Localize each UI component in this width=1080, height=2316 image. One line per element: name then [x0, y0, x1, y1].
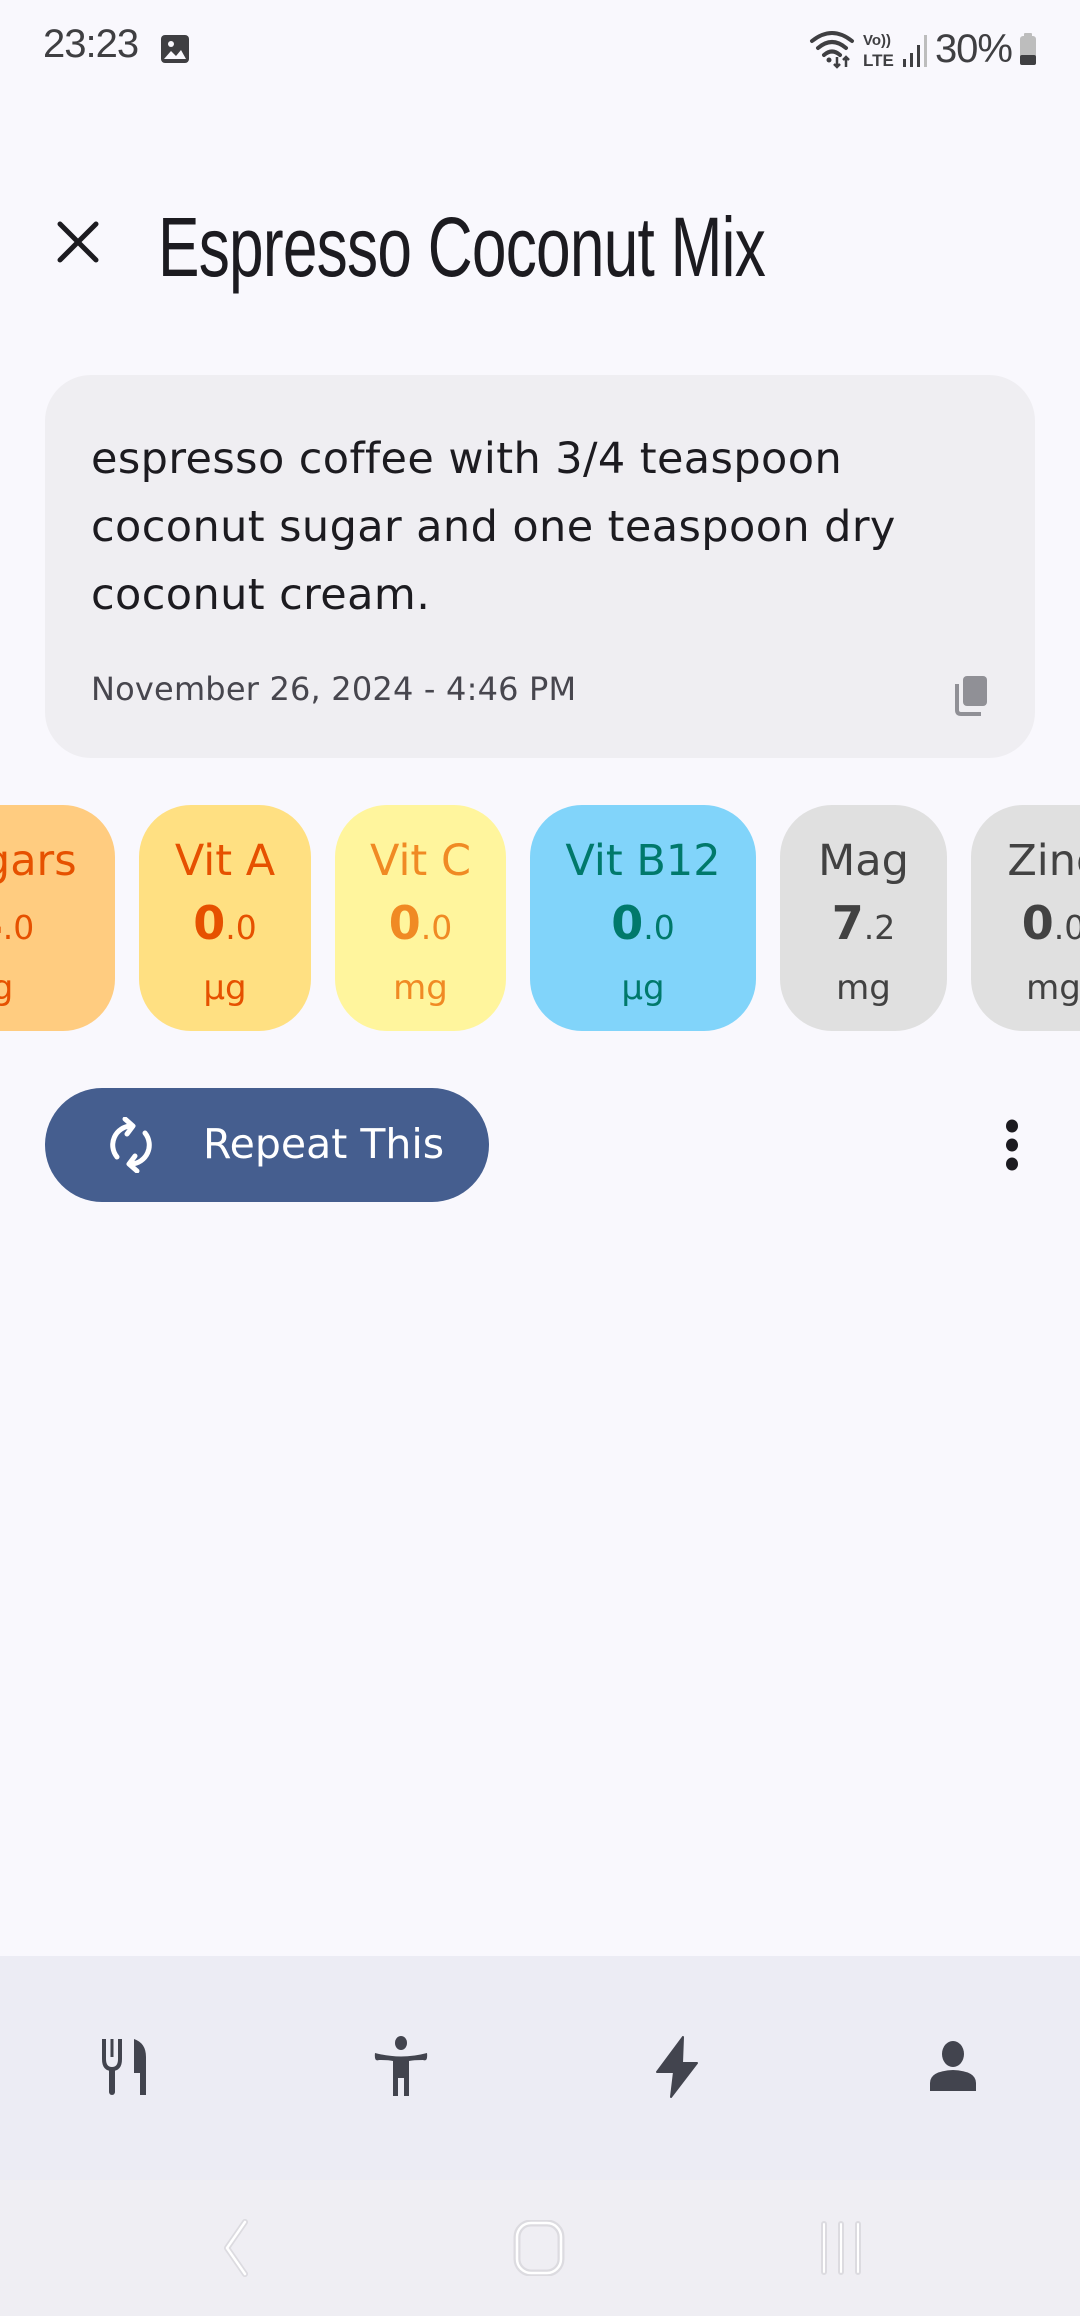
- svg-text:Vo)): Vo)): [863, 32, 891, 49]
- page-title: Espresso Coconut Mix: [158, 200, 766, 294]
- battery-percent: 30%: [934, 26, 1013, 71]
- meal-timestamp: November 26, 2024 - 4:46 PM: [91, 670, 577, 708]
- close-icon: [57, 221, 99, 263]
- status-bar: 23:23 Vo)) LTE 30%: [0, 0, 1080, 100]
- chip-label: Vit A: [174, 836, 276, 886]
- status-icons: Vo)) LTE 30%: [809, 26, 1038, 72]
- system-recents-button[interactable]: [796, 2210, 886, 2286]
- system-back-button[interactable]: [190, 2210, 280, 2286]
- system-home-button[interactable]: [494, 2210, 584, 2286]
- header: Espresso Coconut Mix: [0, 180, 1080, 310]
- close-button[interactable]: [42, 206, 114, 278]
- svg-text:LTE: LTE: [863, 51, 894, 69]
- bottom-navigation: [0, 1956, 1080, 2180]
- copy-button[interactable]: [941, 665, 1001, 725]
- chip-unit: mg: [1026, 968, 1080, 1008]
- chip-label: Vit C: [370, 836, 471, 886]
- signal-icon: [902, 35, 927, 67]
- back-icon: [224, 2219, 248, 2277]
- chip-unit: µg: [621, 968, 665, 1008]
- battery-icon: [1020, 33, 1036, 65]
- chip-value: 0.0: [611, 896, 675, 950]
- gallery-notification-icon: [161, 35, 189, 63]
- chip-value: 7.2: [831, 896, 896, 950]
- chip-label: Vit B12: [565, 836, 721, 886]
- accessibility-icon: [374, 2036, 428, 2096]
- status-time: 23:23: [43, 22, 139, 66]
- chip-value: 0.0: [193, 896, 257, 950]
- nav-item-profile[interactable]: [893, 2012, 1013, 2122]
- more-vert-icon: [1006, 1119, 1018, 1171]
- nutrient-chip-vit-a[interactable]: Vit A 0.0 µg: [139, 805, 311, 1031]
- wifi-icon: [809, 31, 854, 69]
- home-icon: [513, 2220, 565, 2276]
- nutrient-chip-vit-c[interactable]: Vit C 0.0 mg: [335, 805, 506, 1031]
- restaurant-icon: [102, 2039, 146, 2095]
- nutrient-chip-vit-b12[interactable]: Vit B12 0.0 µg: [530, 805, 756, 1031]
- more-options-button[interactable]: [982, 1112, 1042, 1178]
- copy-icon: [955, 676, 987, 716]
- description-card: espresso coffee with 3/4 teaspoon coconu…: [45, 375, 1035, 758]
- chip-unit: mg: [393, 968, 448, 1008]
- chip-label: Mag: [818, 836, 909, 886]
- repeat-label: Repeat This: [203, 1120, 445, 1168]
- chip-value: 0.0: [1021, 896, 1080, 950]
- person-icon: [930, 2041, 976, 2091]
- meal-description: espresso coffee with 3/4 teaspoon coconu…: [91, 434, 896, 620]
- nutrient-chips[interactable]: Sugars 4.0 g Vit A 0.0 µg Vit C 0.0 mg V…: [0, 805, 1080, 1031]
- chip-label: Sugars: [0, 836, 77, 886]
- recents-icon: [821, 2221, 861, 2275]
- nutrient-chip-magnesium[interactable]: Mag 7.2 mg: [780, 805, 947, 1031]
- nav-item-meals[interactable]: [65, 2012, 185, 2122]
- volte-icon: Vo)) LTE: [863, 32, 894, 69]
- chip-value: 0.0: [388, 896, 453, 950]
- bolt-icon: [656, 2036, 698, 2098]
- repeat-this-button[interactable]: Repeat This: [45, 1088, 489, 1202]
- chip-unit: µg: [203, 968, 247, 1008]
- system-navigation-bar: [0, 2180, 1080, 2316]
- nutrient-chip-sugars[interactable]: Sugars 4.0 g: [0, 805, 115, 1031]
- chip-label: Zinc: [1007, 836, 1080, 886]
- repeat-icon: [110, 1117, 152, 1173]
- nav-item-energy[interactable]: [617, 2012, 737, 2122]
- chip-value: 4.0: [0, 896, 35, 950]
- nav-item-body[interactable]: [341, 2012, 461, 2122]
- chip-unit: mg: [836, 968, 891, 1008]
- nutrient-chip-zinc[interactable]: Zinc 0.0 mg: [971, 805, 1080, 1031]
- chip-unit: g: [0, 968, 14, 1008]
